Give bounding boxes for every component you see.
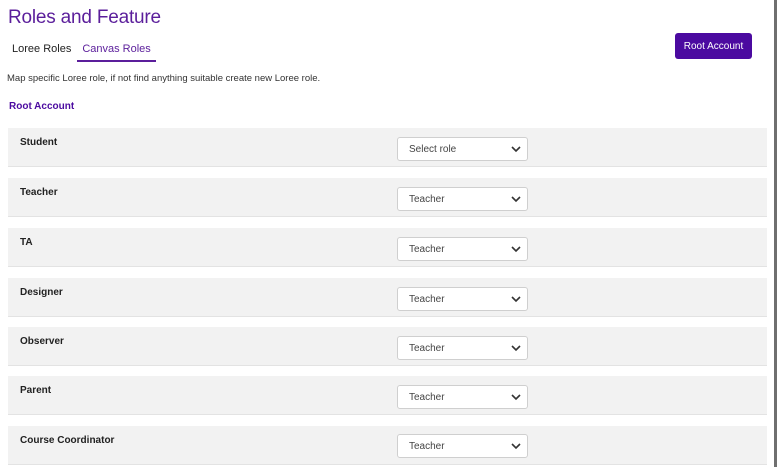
root-account-button[interactable]: Root Account	[675, 33, 752, 59]
role-row-student: Student Select role	[8, 128, 767, 167]
role-row-parent: Parent Teacher	[8, 376, 767, 415]
chevron-down-icon	[511, 146, 521, 153]
selected-role: Teacher	[409, 441, 445, 452]
role-select[interactable]: Select role	[397, 137, 528, 161]
selected-role: Select role	[409, 144, 457, 155]
role-select[interactable]: Teacher	[397, 336, 528, 360]
role-row-designer: Designer Teacher	[8, 278, 767, 317]
role-select[interactable]: Teacher	[397, 187, 528, 211]
role-row-ta: TA Teacher	[8, 228, 767, 267]
role-row-course-coordinator: Course Coordinator Teacher	[8, 426, 767, 465]
selected-role: Teacher	[409, 244, 445, 255]
page-title: Roles and Feature	[8, 7, 161, 28]
selected-role: Teacher	[409, 392, 445, 403]
role-row-observer: Observer Teacher	[8, 327, 767, 366]
role-name: Designer	[20, 287, 63, 298]
chevron-down-icon	[511, 246, 521, 253]
section-heading: Root Account	[9, 101, 75, 112]
role-name: Parent	[20, 385, 52, 396]
roles-page: Roles and Feature Loree Roles Canvas Rol…	[0, 0, 774, 467]
selected-role: Teacher	[409, 294, 445, 305]
role-select[interactable]: Teacher	[397, 237, 528, 261]
selected-role: Teacher	[409, 343, 445, 354]
chevron-down-icon	[511, 196, 521, 203]
role-name: Observer	[20, 336, 64, 347]
role-select[interactable]: Teacher	[397, 385, 528, 409]
selected-role: Teacher	[409, 194, 445, 205]
role-name: Course Coordinator	[20, 435, 115, 446]
chevron-down-icon	[511, 296, 521, 303]
role-name: TA	[20, 237, 33, 248]
tab-canvas-roles[interactable]: Canvas Roles	[77, 42, 156, 62]
role-row-teacher: Teacher Teacher	[8, 178, 767, 217]
chevron-down-icon	[511, 443, 521, 450]
chevron-down-icon	[511, 394, 521, 401]
role-select[interactable]: Teacher	[397, 287, 528, 311]
tab-loree-roles[interactable]: Loree Roles	[8, 42, 75, 60]
chevron-down-icon	[511, 345, 521, 352]
tab-bar: Loree Roles Canvas Roles	[8, 42, 158, 62]
role-name: Teacher	[20, 187, 58, 198]
role-select[interactable]: Teacher	[397, 434, 528, 458]
role-name: Student	[20, 137, 58, 148]
description-text: Map specific Loree role, if not find any…	[7, 73, 321, 84]
